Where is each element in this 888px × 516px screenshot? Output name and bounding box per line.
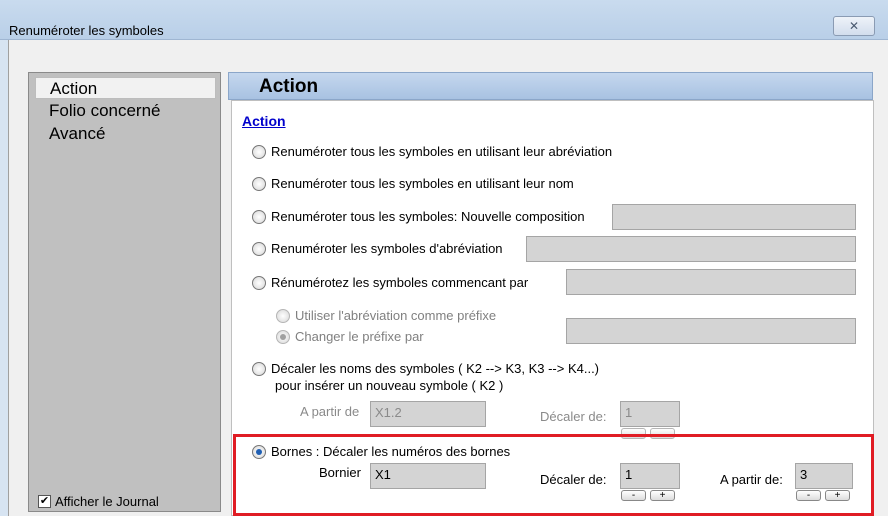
journal-label: Afficher le Journal: [55, 494, 159, 509]
option-use-abbr-prefix-label: Utiliser l'abréviation comme préfixe: [295, 308, 497, 323]
option-use-abbr-prefix[interactable]: Utiliser l'abréviation comme préfixe: [276, 308, 496, 323]
panel-header-title: Action: [259, 76, 319, 97]
shift-offset-input[interactable]: 1: [620, 401, 680, 427]
radio-name[interactable]: [252, 176, 266, 191]
abbr-symbols-input[interactable]: [526, 236, 856, 262]
option-abbr-label: Renuméroter tous les symboles en utilisa…: [271, 144, 613, 159]
option-change-prefix[interactable]: Changer le préfixe par: [276, 329, 424, 344]
shift-from-label: A partir de: [300, 404, 360, 419]
starting-input[interactable]: [566, 269, 856, 295]
bornes-plus-button[interactable]: +: [650, 490, 675, 501]
option-bornes[interactable]: Bornes : Décaler les numéros des bornes: [252, 444, 510, 459]
shift-names-line2: pour insérer un nouveau symbole ( K2 ): [275, 378, 504, 393]
radio-use-abbr-prefix[interactable]: [276, 308, 290, 323]
radio-abbr-symbols[interactable]: [252, 241, 266, 256]
sidebar-item-folio[interactable]: Folio concerné: [35, 100, 216, 122]
bornes-from-minus-button[interactable]: -: [796, 490, 821, 501]
window-title: Renuméroter les symboles: [9, 23, 164, 38]
option-name[interactable]: Renuméroter tous les symboles en utilisa…: [252, 176, 574, 191]
bornes-from-plus-button[interactable]: +: [825, 490, 850, 501]
close-button[interactable]: ✕: [833, 16, 875, 36]
option-name-label: Renuméroter tous les symboles en utilisa…: [271, 176, 574, 191]
bornes-offset-spinner[interactable]: - +: [621, 490, 678, 502]
option-bornes-label: Bornes : Décaler les numéros des bornes: [271, 444, 511, 459]
bornes-from-spinner[interactable]: - +: [796, 490, 853, 502]
radio-abbr[interactable]: [252, 144, 266, 159]
prefix-input[interactable]: [566, 318, 856, 344]
bornier-label: Bornier: [319, 465, 361, 480]
composition-input[interactable]: [612, 204, 856, 230]
option-starting[interactable]: Rénumérotez les symboles commencant par: [252, 275, 528, 290]
journal-checkbox[interactable]: ✔: [38, 495, 51, 508]
option-abbr-symbols-label: Renuméroter les symboles d'abréviation: [271, 241, 503, 256]
journal-checkbox-row[interactable]: ✔ Afficher le Journal: [38, 494, 159, 509]
option-abbr-symbols[interactable]: Renuméroter les symboles d'abréviation: [252, 241, 503, 256]
option-composition[interactable]: Renuméroter tous les symboles: Nouvelle …: [252, 209, 585, 224]
bornes-minus-button[interactable]: -: [621, 490, 646, 501]
bornes-offset-label: Décaler de:: [540, 472, 607, 487]
section-title: Action: [242, 113, 286, 129]
bornes-offset-input[interactable]: 1: [620, 463, 680, 489]
radio-change-prefix[interactable]: [276, 329, 290, 344]
bornes-from-input[interactable]: 3: [795, 463, 853, 489]
option-change-prefix-label: Changer le préfixe par: [295, 329, 424, 344]
sidebar: Action Folio concerné Avancé: [28, 72, 221, 512]
option-shift-names[interactable]: Décaler les noms des symboles ( K2 --> K…: [252, 361, 599, 376]
shift-offset-label: Décaler de:: [540, 409, 607, 424]
panel-header: Action: [228, 72, 873, 100]
sidebar-item-action[interactable]: Action: [35, 77, 216, 99]
bornier-input[interactable]: X1: [370, 463, 486, 489]
sidebar-item-avance[interactable]: Avancé: [35, 123, 216, 145]
title-bar: Renuméroter les symboles ✕: [0, 0, 888, 40]
radio-shift-names[interactable]: [252, 361, 266, 376]
bornes-from-label: A partir de:: [720, 472, 783, 487]
option-composition-label: Renuméroter tous les symboles: Nouvelle …: [271, 209, 585, 224]
radio-starting[interactable]: [252, 275, 266, 290]
radio-composition[interactable]: [252, 209, 266, 224]
radio-bornes[interactable]: [252, 444, 266, 459]
shift-from-input[interactable]: X1.2: [370, 401, 486, 427]
option-starting-label: Rénumérotez les symboles commencant par: [271, 275, 529, 290]
option-abbr[interactable]: Renuméroter tous les symboles en utilisa…: [252, 144, 612, 159]
option-shift-names-label: Décaler les noms des symboles ( K2 --> K…: [271, 361, 600, 376]
